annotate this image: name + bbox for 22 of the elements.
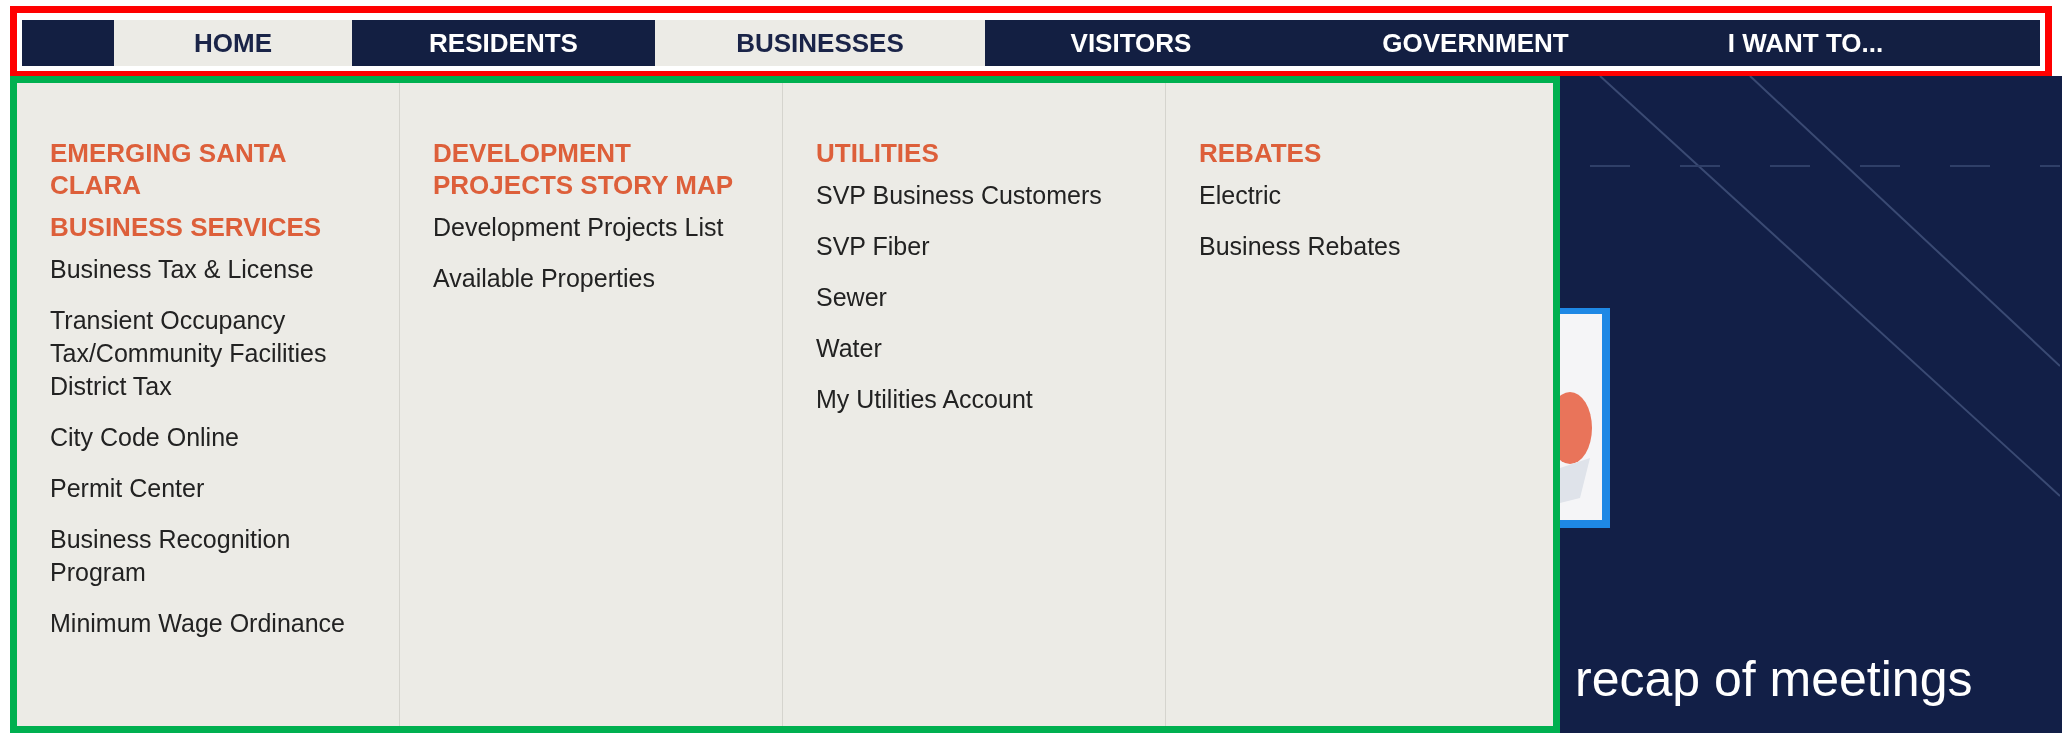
menu-link[interactable]: Electric	[1199, 179, 1513, 212]
menu-link[interactable]: Transient Occupancy Tax/Community Facilities District Tax	[50, 304, 363, 403]
nav-tab[interactable]: RESIDENTS	[352, 20, 655, 66]
menu-link[interactable]: Available Properties	[433, 262, 746, 295]
menu-link[interactable]: Sewer	[816, 281, 1129, 314]
hero-caption: recap of meetings	[1574, 651, 1974, 707]
nav-tab[interactable]: GOVERNMENT	[1277, 20, 1674, 66]
nav-tab[interactable]: BUSINESSES	[655, 20, 985, 66]
nav-tab[interactable]: I WANT TO...	[1674, 20, 1937, 66]
nav-tab[interactable]: VISITORS	[985, 20, 1277, 66]
menu-link[interactable]: Development Projects List	[433, 211, 746, 244]
menu-link[interactable]: Business Rebates	[1199, 230, 1513, 263]
menu-link[interactable]: Permit Center	[50, 472, 363, 505]
menu-link[interactable]: Business Recognition Program	[50, 523, 363, 589]
menu-link[interactable]: Water	[816, 332, 1129, 365]
menu-link[interactable]: Business Tax & License	[50, 253, 363, 286]
menu-link[interactable]: My Utilities Account	[816, 383, 1129, 416]
menu-link[interactable]: SVP Fiber	[816, 230, 1129, 263]
menu-link[interactable]: City Code Online	[50, 421, 363, 454]
menu-link[interactable]: SVP Business Customers	[816, 179, 1129, 212]
nav-tab[interactable]: HOME	[114, 20, 352, 66]
menu-link[interactable]: Minimum Wage Ordinance	[50, 607, 363, 640]
